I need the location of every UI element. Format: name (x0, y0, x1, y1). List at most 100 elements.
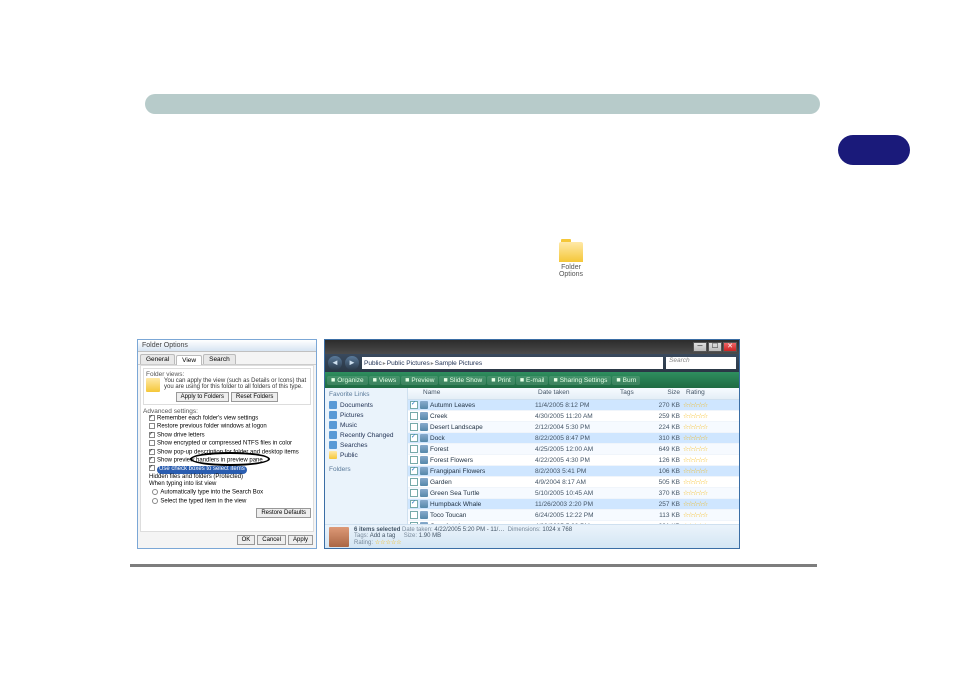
toolbar-burn[interactable]: ■Burn (612, 376, 640, 385)
crumb-2[interactable]: Sample Pictures (435, 360, 482, 367)
file-row[interactable]: Desert Landscape2/12/2004 5:30 PM224 KB☆… (408, 422, 739, 433)
col-date[interactable]: Date taken (535, 388, 617, 399)
file-list: Autumn Leaves11/4/2005 8:12 PM270 KB☆☆☆☆… (408, 400, 739, 524)
file-icon (420, 467, 428, 475)
folder-views-frame: Folder views: You can apply the view (su… (143, 368, 311, 405)
nav-row: ◄ ► Public▸ Public Pictures▸ Sample Pict… (325, 354, 739, 372)
row-checkbox[interactable] (410, 489, 418, 497)
advanced-settings-tree[interactable]: Remember each folder's view settingsRest… (143, 415, 311, 506)
file-row[interactable]: Green Sea Turtle5/10/2005 10:45 AM370 KB… (408, 488, 739, 499)
file-icon (420, 434, 428, 442)
file-row[interactable]: Creek4/30/2005 11:20 AM259 KB☆☆☆☆☆ (408, 411, 739, 422)
file-row[interactable]: Humpback Whale11/26/2003 2:20 PM257 KB☆☆… (408, 499, 739, 510)
folder-views-label: Folder views: (146, 371, 308, 378)
apply-button[interactable]: Apply (288, 535, 313, 545)
explorer-toolbar: ■Organize■Views■Preview■Slide Show■Print… (325, 372, 739, 388)
window-chrome: ─ ☐ ✕ (325, 340, 739, 354)
dialog-tabs: General View Search (138, 352, 316, 365)
row-checkbox[interactable] (410, 456, 418, 464)
sidebar-item-music[interactable]: Music (329, 420, 403, 430)
tab-view[interactable]: View (176, 355, 202, 365)
sidebar-header: Favorite Links (329, 391, 403, 398)
sidebar-item-searches[interactable]: Searches (329, 440, 403, 450)
file-row[interactable]: Toco Toucan6/24/2005 12:22 PM113 KB☆☆☆☆☆ (408, 510, 739, 521)
file-icon (420, 511, 428, 519)
file-icon (420, 445, 428, 453)
row-checkbox[interactable] (410, 401, 418, 409)
adv-checkbox[interactable]: Show drive letters (149, 432, 311, 440)
search-input[interactable]: Search (666, 357, 736, 369)
col-tags[interactable]: Tags (617, 388, 647, 399)
folder-icon (559, 242, 583, 262)
col-name[interactable]: Name (420, 388, 535, 399)
file-icon (420, 423, 428, 431)
decorative-pill (838, 135, 910, 165)
file-row[interactable]: Frangipani Flowers8/2/2003 5:41 PM106 KB… (408, 466, 739, 477)
file-row[interactable]: Forest4/25/2005 12:00 AM649 KB☆☆☆☆☆ (408, 444, 739, 455)
toolbar-organize[interactable]: ■Organize (327, 376, 368, 385)
forward-button[interactable]: ► (345, 356, 359, 370)
adv-label: When typing into list view (149, 481, 311, 489)
crumb-1[interactable]: Public Pictures (387, 360, 430, 367)
file-pane: Name Date taken Tags Size Rating Autumn … (407, 388, 739, 524)
toolbar-print[interactable]: ■Print (487, 376, 515, 385)
adv-checkbox[interactable]: Show pop-up description for folder and d… (149, 449, 311, 457)
adv-radio[interactable]: Automatically type into the Search Box (149, 489, 311, 497)
sidebar-item-public[interactable]: Public (329, 450, 403, 460)
toolbar-preview[interactable]: ■Preview (401, 376, 438, 385)
reset-folders-button[interactable]: Reset Folders (231, 392, 278, 402)
folders-header[interactable]: Folders (329, 466, 403, 473)
col-rating[interactable]: Rating (683, 388, 739, 399)
row-checkbox[interactable] (410, 467, 418, 475)
folder-options-label: Folder Options (555, 264, 587, 278)
file-icon (420, 456, 428, 464)
folder-views-desc: You can apply the view (such as Details … (146, 378, 308, 390)
cancel-button[interactable]: Cancel (257, 535, 286, 545)
adv-checkbox[interactable]: Restore previous folder windows at logon (149, 423, 311, 431)
file-icon (420, 401, 428, 409)
sidebar-item-documents[interactable]: Documents (329, 400, 403, 410)
file-row[interactable]: Autumn Leaves11/4/2005 8:12 PM270 KB☆☆☆☆… (408, 400, 739, 411)
row-checkbox[interactable] (410, 522, 418, 524)
file-row[interactable]: Dock8/22/2005 8:47 PM310 KB☆☆☆☆☆ (408, 433, 739, 444)
column-headers[interactable]: Name Date taken Tags Size Rating (408, 388, 739, 400)
ok-button[interactable]: OK (237, 535, 256, 545)
sidebar-item-recently-changed[interactable]: Recently Changed (329, 430, 403, 440)
toolbar-views[interactable]: ■Views (369, 376, 400, 385)
divider (130, 564, 817, 567)
folder-options-shortcut[interactable]: Folder Options (555, 242, 587, 278)
restore-defaults-button[interactable]: Restore Defaults (256, 508, 311, 518)
adv-checkbox[interactable]: Show encrypted or compressed NTFS files … (149, 440, 311, 448)
rating-stars[interactable]: ☆☆☆☆☆ (375, 540, 402, 546)
address-bar[interactable]: Public▸ Public Pictures▸ Sample Pictures (362, 357, 663, 369)
crumb-0[interactable]: Public (364, 360, 382, 367)
close-button[interactable]: ✕ (723, 342, 737, 352)
row-checkbox[interactable] (410, 434, 418, 442)
adv-checkbox[interactable]: Show preview handlers in preview pane (149, 457, 311, 465)
toolbar-sharing-settings[interactable]: ■Sharing Settings (549, 376, 611, 385)
maximize-button[interactable]: ☐ (708, 342, 722, 352)
details-pane: 6 items selected Date taken: 4/22/2005 5… (325, 524, 739, 548)
tab-search[interactable]: Search (203, 354, 236, 364)
toolbar-e-mail[interactable]: ■E-mail (516, 376, 549, 385)
row-checkbox[interactable] (410, 412, 418, 420)
row-checkbox[interactable] (410, 511, 418, 519)
file-icon (420, 489, 428, 497)
row-checkbox[interactable] (410, 500, 418, 508)
row-checkbox[interactable] (410, 423, 418, 431)
col-size[interactable]: Size (647, 388, 683, 399)
toolbar-slide-show[interactable]: ■Slide Show (439, 376, 486, 385)
file-row[interactable]: Forest Flowers4/22/2005 4:30 PM126 KB☆☆☆… (408, 455, 739, 466)
back-button[interactable]: ◄ (328, 356, 342, 370)
adv-highlighted[interactable]: Use check boxes to select items (149, 465, 311, 473)
adv-radio[interactable]: Select the typed item in the view (149, 498, 311, 506)
row-checkbox[interactable] (410, 445, 418, 453)
tab-general[interactable]: General (140, 354, 175, 364)
file-icon (420, 478, 428, 486)
file-row[interactable]: Garden4/9/2004 8:17 AM505 KB☆☆☆☆☆ (408, 477, 739, 488)
adv-checkbox[interactable]: Remember each folder's view settings (149, 415, 311, 423)
row-checkbox[interactable] (410, 478, 418, 486)
minimize-button[interactable]: ─ (693, 342, 707, 352)
apply-to-folders-button[interactable]: Apply to Folders (176, 392, 229, 402)
sidebar-item-pictures[interactable]: Pictures (329, 410, 403, 420)
